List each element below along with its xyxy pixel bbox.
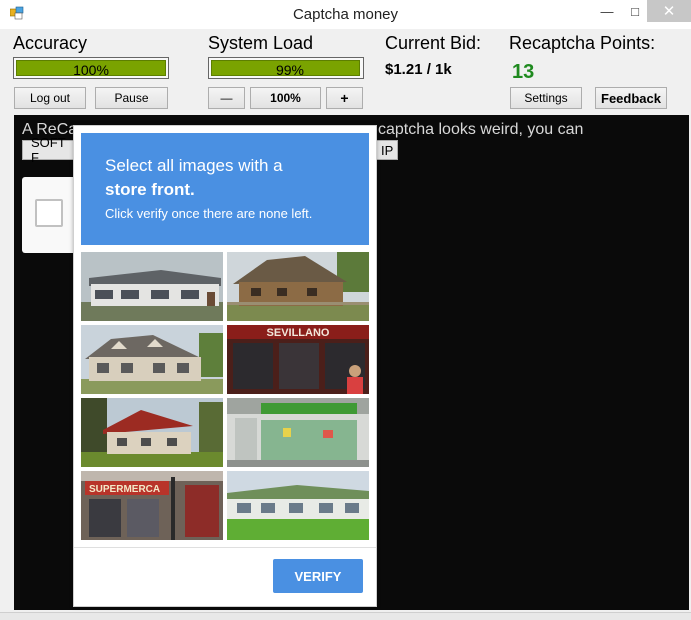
captcha-target-object: store front [105,180,190,199]
sevillano-storefront-image: SEVILLANO [227,325,369,394]
accuracy-label: Accuracy [13,33,88,53]
system-load-progress-bar: 99% [208,57,364,79]
supermercado-sign-text: SUPERMERCA [89,484,160,495]
accuracy-progress-fill: 100% [16,60,166,78]
close-icon[interactable]: ✕ [647,0,691,22]
increase-speed-button[interactable]: + [326,87,363,109]
captcha-tile-3[interactable] [81,325,223,394]
system-load-label: System Load [208,33,314,53]
wooden-house-image [227,252,369,321]
captcha-tile-7[interactable]: SUPERMERCA [81,471,223,540]
captcha-tile-4[interactable]: SEVILLANO [227,325,369,394]
window-title: Captcha money [292,6,399,23]
green-storefront-image [227,398,369,467]
captcha-tile-8[interactable] [227,471,369,540]
decrease-speed-button[interactable]: — [208,87,245,109]
minimize-icon[interactable]: — [592,0,622,22]
current-bid-value: $1.21 / 1k [385,61,452,78]
accuracy-progress-bar: 100% [13,57,169,79]
soft-refresh-button[interactable]: SOFT F [22,135,76,165]
captcha-tile-1[interactable] [81,252,223,321]
sevillano-sign-text: SEVILLANO [267,327,330,339]
system-load-progress-fill: 99% [211,60,360,78]
system-load-value: 99% [275,62,305,78]
logout-button[interactable]: Log out [14,87,86,109]
captcha-instruction-line1: Select all images with a [105,156,283,175]
maximize-icon[interactable]: □ [620,0,650,22]
pane-info-text-end: captcha looks weird, you can [378,121,584,138]
captcha-tile-2[interactable] [227,252,369,321]
suburban-house-image [81,325,223,394]
pause-button[interactable]: Pause [95,87,168,109]
speed-display-button[interactable]: 100% [250,87,321,109]
accuracy-value: 100% [73,62,109,78]
building-image [81,252,223,321]
captcha-instruction-period: . [190,180,195,199]
captcha-footer-divider [74,547,376,548]
supermercado-storefront-image: SUPERMERCA [81,471,223,540]
current-bid-label: Current Bid: [385,33,482,53]
recaptcha-checkbox[interactable] [35,199,63,227]
captcha-instruction-line2: store front. [105,180,195,200]
settings-button[interactable]: Settings [510,87,582,109]
red-roof-house-image [81,398,223,467]
verify-button[interactable]: VERIFY [273,559,363,593]
captcha-instruction-line3: Click verify once there are none left. [105,206,313,221]
recaptcha-points-value: 13 [512,61,535,83]
recaptcha-points-label: Recaptcha Points: [509,33,656,53]
captcha-tile-5[interactable] [81,398,223,467]
captcha-tile-6[interactable] [227,398,369,467]
status-bar [0,612,691,620]
green-lawn-building-image [227,471,369,540]
feedback-button[interactable]: Feedback [595,87,667,109]
